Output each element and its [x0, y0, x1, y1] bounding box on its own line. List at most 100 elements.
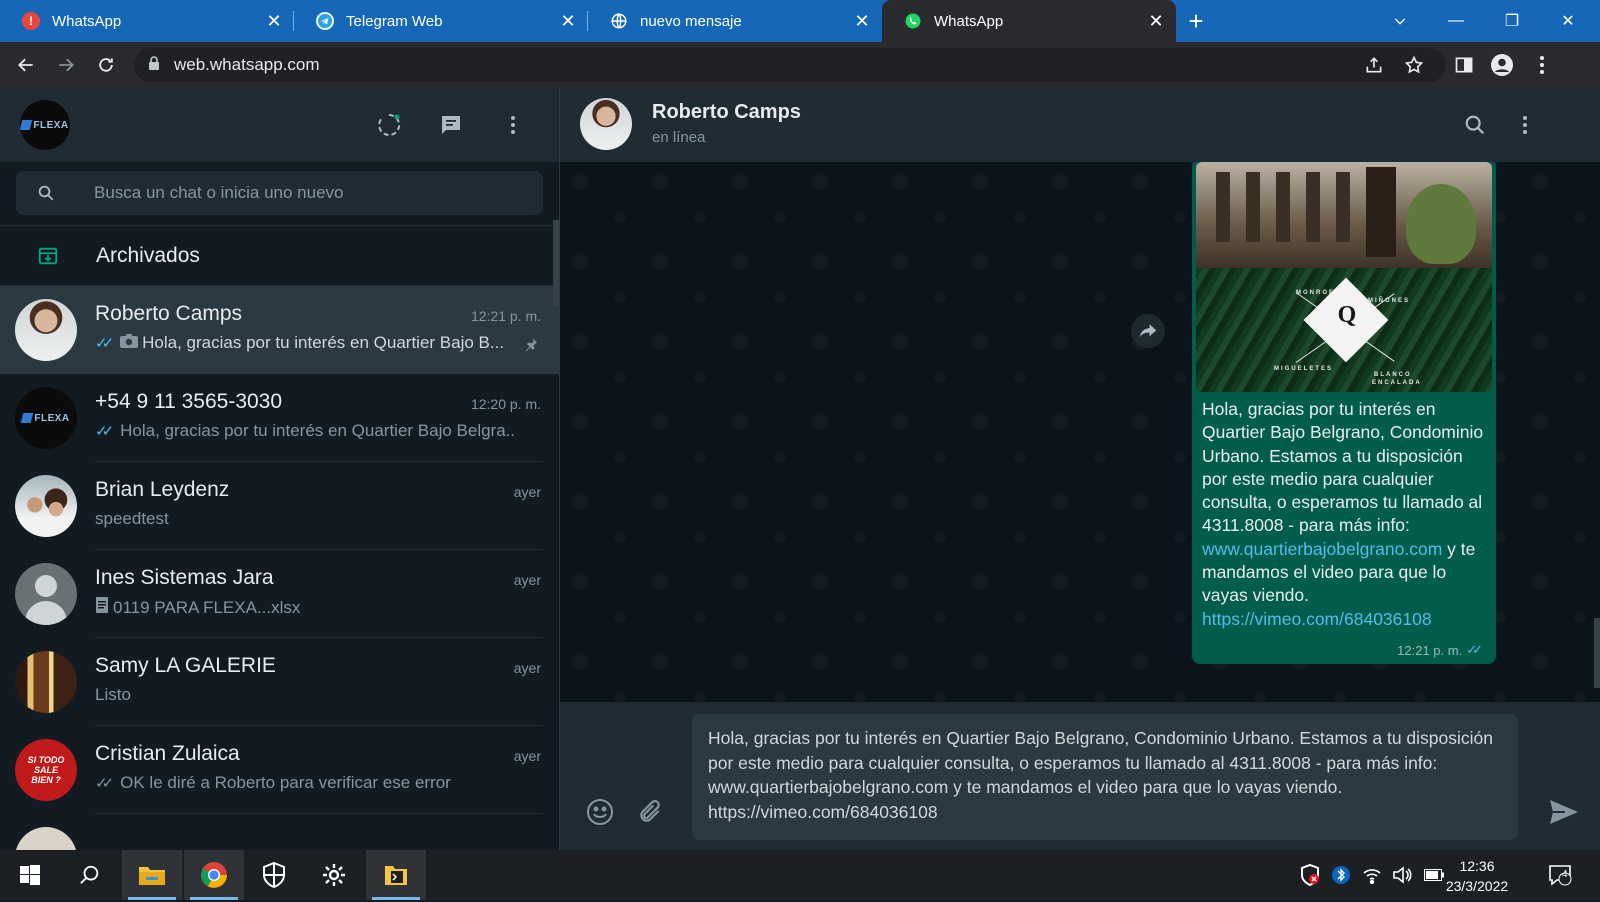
avatar: SI TODO SALE BIEN ?	[15, 739, 77, 801]
tab-title: WhatsApp	[52, 12, 122, 30]
sidebar-menu-icon[interactable]	[498, 110, 528, 140]
sidebar-header: FLEXA	[0, 88, 559, 162]
system-clock[interactable]: 12:36 23/3/2022	[1432, 856, 1522, 896]
file-explorer-icon[interactable]	[122, 850, 182, 900]
reload-icon[interactable]	[86, 45, 126, 85]
browser-tab-nuevo-mensaje[interactable]: nuevo mensaje ✕	[588, 0, 882, 42]
close-tab-icon[interactable]: ✕	[556, 9, 580, 33]
close-tab-icon[interactable]: ✕	[850, 9, 874, 33]
alert-favicon-icon: !	[22, 12, 40, 30]
settings-gear-icon[interactable]	[304, 850, 364, 900]
pin-icon	[523, 336, 539, 357]
chat-preview-text: OK le diré a Roberto para verificar ese …	[120, 773, 451, 792]
chat-list-scrollbar[interactable]	[553, 220, 559, 306]
chat-preview: ✓✓ OK le diré a Roberto para verificar e…	[95, 773, 515, 793]
browser-menu-icon[interactable]	[1522, 45, 1562, 85]
my-avatar[interactable]: FLEXA	[20, 100, 70, 150]
bookmark-star-icon[interactable]	[1394, 45, 1434, 85]
chat-preview: ✓✓ Hola, gracias por tu interés en Quart…	[95, 421, 515, 441]
forward-icon[interactable]	[1131, 314, 1165, 348]
browser-tab-telegram[interactable]: Telegram Web ✕	[294, 0, 588, 42]
avatar	[15, 651, 77, 713]
close-window-icon[interactable]: ✕	[1540, 0, 1596, 42]
archived-row[interactable]: Archivados	[0, 226, 559, 286]
chrome-icon[interactable]	[184, 850, 244, 900]
search-input[interactable]	[94, 183, 514, 203]
close-tab-icon[interactable]: ✕	[262, 9, 286, 33]
street-label: ENCALADA	[1372, 380, 1422, 386]
message-input[interactable]: Hola, gracias por tu interés en Quartier…	[692, 714, 1518, 840]
windows-taskbar: 12:36 23/3/2022 4	[0, 850, 1600, 900]
flexa-logo: FLEXA	[21, 413, 69, 424]
clock-time: 12:36	[1459, 858, 1495, 874]
search-icon[interactable]	[16, 184, 76, 202]
chat-item-ines-sistemas-jara[interactable]: Ines Sistemas Jara ayer 0119 PARA FLEXA.…	[0, 550, 559, 638]
wifi-icon[interactable]	[1362, 850, 1382, 900]
message-link-website[interactable]: www.quartierbajobelgrano.com	[1202, 539, 1442, 559]
contact-avatar[interactable]	[580, 98, 632, 150]
camera-icon	[120, 333, 139, 353]
search-icon[interactable]	[1460, 110, 1490, 140]
message-meta: 12:21 p. m. ✓✓	[1397, 642, 1483, 658]
flexa-logo: FLEXA	[20, 120, 68, 131]
whatsapp-app: FLEXA Archivados	[0, 88, 1600, 889]
search-icon[interactable]	[60, 850, 120, 900]
chat-preview: ✓✓ Hola, gracias por tu interés en Quart…	[95, 333, 515, 353]
windows-start-icon[interactable]	[0, 850, 60, 900]
outgoing-message-bubble[interactable]: Q MONROE MIÑONES MIGUELETES BLANCO ENCAL…	[1192, 162, 1496, 664]
read-ticks-icon: ✓✓	[1466, 642, 1483, 657]
chat-time: ayer	[513, 484, 541, 500]
windows-security-icon[interactable]	[244, 850, 304, 900]
address-bar[interactable]: web.whatsapp.com	[134, 48, 1446, 82]
chat-item-cristian-zulaica[interactable]: SI TODO SALE BIEN ? Cristian Zulaica aye…	[0, 726, 559, 814]
send-icon[interactable]	[1546, 794, 1582, 830]
chat-list: Roberto Camps 12:21 p. m. ✓✓ Hola, graci…	[0, 286, 559, 902]
message-scrollbar[interactable]	[1594, 618, 1600, 688]
chat-item-samy-la-galerie[interactable]: Samy LA GALERIE ayer Listo	[0, 638, 559, 726]
tab-search-chevron-icon[interactable]	[1372, 0, 1428, 42]
lock-icon	[148, 55, 160, 75]
conversation-header[interactable]: Roberto Camps en línea	[560, 88, 1600, 162]
notification-center-icon[interactable]: 4	[1548, 850, 1572, 900]
volume-icon[interactable]	[1392, 850, 1412, 900]
tab-title: WhatsApp	[934, 12, 1004, 30]
minimize-window-icon[interactable]: —	[1428, 0, 1484, 42]
emoji-icon[interactable]	[582, 794, 618, 830]
browser-toolbar: web.whatsapp.com	[0, 42, 1600, 88]
browser-tab-whatsapp-active[interactable]: WhatsApp ✕	[882, 0, 1176, 42]
status-icon[interactable]	[374, 110, 404, 140]
back-arrow-icon[interactable]	[6, 45, 46, 85]
new-chat-icon[interactable]	[436, 110, 466, 140]
conversation-menu-icon[interactable]	[1510, 110, 1540, 140]
attach-icon[interactable]	[632, 794, 668, 830]
search-box	[16, 171, 543, 215]
chat-item-phone-number[interactable]: FLEXA +54 9 11 3565-3030 12:20 p. m. ✓✓ …	[0, 374, 559, 462]
delivered-ticks-icon: ✓✓	[95, 775, 114, 792]
close-tab-icon[interactable]: ✕	[1144, 9, 1168, 33]
chat-sidebar: FLEXA Archivados	[0, 88, 560, 889]
share-icon[interactable]	[1354, 45, 1394, 85]
chat-time: 12:20 p. m.	[470, 396, 541, 412]
message-time: 12:21 p. m.	[1397, 642, 1463, 658]
message-link-vimeo[interactable]: https://vimeo.com/684036108	[1202, 609, 1432, 629]
browser-tab-whatsapp-1[interactable]: ! WhatsApp ✕	[0, 0, 294, 42]
chat-time: ayer	[513, 572, 541, 588]
chat-name: Ines Sistemas Jara	[95, 566, 274, 589]
side-panel-icon[interactable]	[1444, 45, 1484, 85]
windows-defender-alert-icon[interactable]	[1300, 850, 1320, 900]
contact-name: Roberto Camps	[652, 101, 801, 123]
chat-item-brian-leydenz[interactable]: Brian Leydenz ayer speedtest	[0, 462, 559, 550]
terminal-app-icon[interactable]	[366, 850, 426, 900]
bluetooth-icon[interactable]	[1332, 850, 1350, 900]
browser-tab-strip: ! WhatsApp ✕ Telegram Web ✕ nuevo mensaj…	[0, 0, 1600, 42]
chat-time: ayer	[513, 660, 541, 676]
new-tab-button[interactable]: +	[1176, 0, 1216, 42]
tab-title: Telegram Web	[346, 12, 443, 30]
restore-window-icon[interactable]: ❐	[1484, 0, 1540, 42]
clock-date: 23/3/2022	[1445, 878, 1509, 894]
message-image[interactable]: Q MONROE MIÑONES MIGUELETES BLANCO ENCAL…	[1196, 162, 1492, 392]
forward-arrow-icon[interactable]	[46, 45, 86, 85]
chat-item-roberto-camps[interactable]: Roberto Camps 12:21 p. m. ✓✓ Hola, graci…	[0, 286, 559, 374]
profile-icon[interactable]	[1482, 45, 1522, 85]
tab-title: nuevo mensaje	[640, 12, 742, 30]
